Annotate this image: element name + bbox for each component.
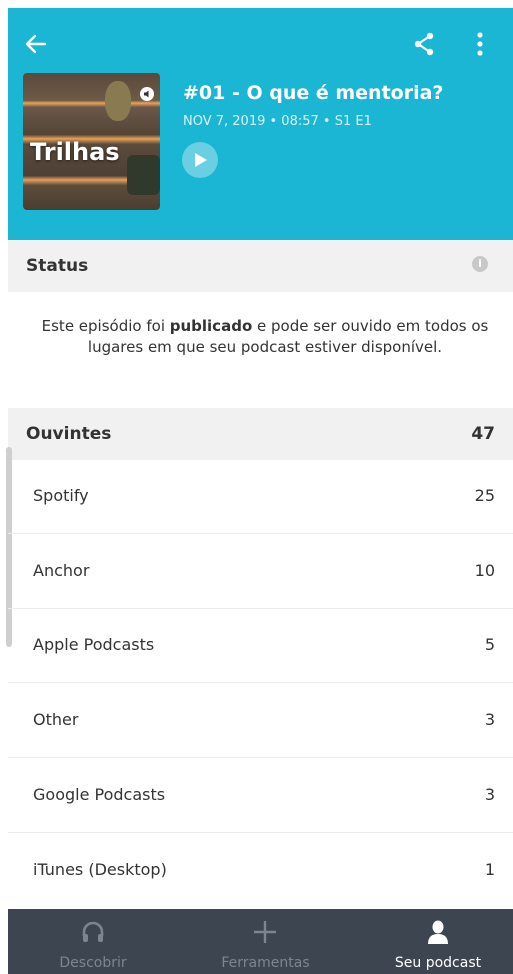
user-icon (428, 920, 448, 944)
audio-badge-icon (140, 87, 154, 101)
listeners-total: 47 (471, 424, 495, 444)
nav-label: Seu podcast (394, 955, 482, 971)
row-value: 25 (474, 486, 495, 505)
row-value: 5 (484, 635, 495, 654)
play-button[interactable] (182, 142, 218, 178)
arrow-left-icon (25, 34, 47, 54)
row-label: Other (33, 710, 79, 729)
row-label: iTunes (Desktop) (33, 860, 167, 879)
listener-row-apple-podcasts: Apple Podcasts 5 (8, 609, 513, 683)
info-icon[interactable]: i (472, 256, 488, 272)
more-vertical-icon (477, 32, 483, 56)
nav-label: Descobrir (59, 955, 127, 971)
row-label: Anchor (33, 561, 90, 580)
back-button[interactable] (22, 30, 50, 58)
nav-item-seu-podcast[interactable]: Seu podcast (383, 909, 493, 974)
episode-meta: NOV 7, 2019 • 08:57 • S1 E1 (183, 114, 372, 129)
headphones-icon (82, 921, 104, 942)
listener-row-other: Other 3 (8, 684, 513, 758)
listener-row-itunes-desktop: iTunes (Desktop) 1 (8, 834, 513, 908)
listener-row-anchor: Anchor 10 (8, 535, 513, 609)
status-text-before: Este episódio foi (41, 317, 170, 335)
share-button[interactable] (410, 30, 438, 58)
row-value: 1 (484, 860, 495, 879)
podcast-cover-art: Trilhas (23, 73, 160, 210)
status-title: Status (26, 256, 89, 276)
status-text-bold: publicado (169, 317, 253, 335)
row-label: Apple Podcasts (33, 635, 155, 654)
row-label: Spotify (33, 486, 89, 505)
nav-item-ferramentas[interactable]: Ferramentas (203, 909, 328, 974)
row-value: 3 (484, 785, 495, 804)
cover-title: Trilhas (30, 138, 120, 166)
listener-row-google-podcasts: Google Podcasts 3 (8, 759, 513, 833)
row-label: Google Podcasts (33, 785, 166, 804)
play-icon (195, 153, 207, 167)
share-icon (414, 32, 434, 56)
nav-item-descobrir[interactable]: Descobrir (38, 909, 148, 974)
listener-row-spotify: Spotify 25 (8, 460, 513, 534)
more-options-button[interactable] (470, 30, 490, 58)
plus-icon (254, 921, 276, 943)
status-description: Este episódio foi publicado e pode ser o… (40, 316, 490, 358)
cover-decoration-shoe (127, 155, 160, 195)
row-value: 3 (484, 710, 495, 729)
episode-title: #01 - O que é mentoria? (183, 82, 444, 104)
listeners-title: Ouvintes (26, 424, 112, 444)
nav-label: Ferramentas (221, 955, 310, 971)
row-value: 10 (474, 561, 495, 580)
bottom-navigation: Descobrir Ferramentas Seu podcast (8, 909, 513, 974)
cover-decoration (105, 81, 131, 121)
